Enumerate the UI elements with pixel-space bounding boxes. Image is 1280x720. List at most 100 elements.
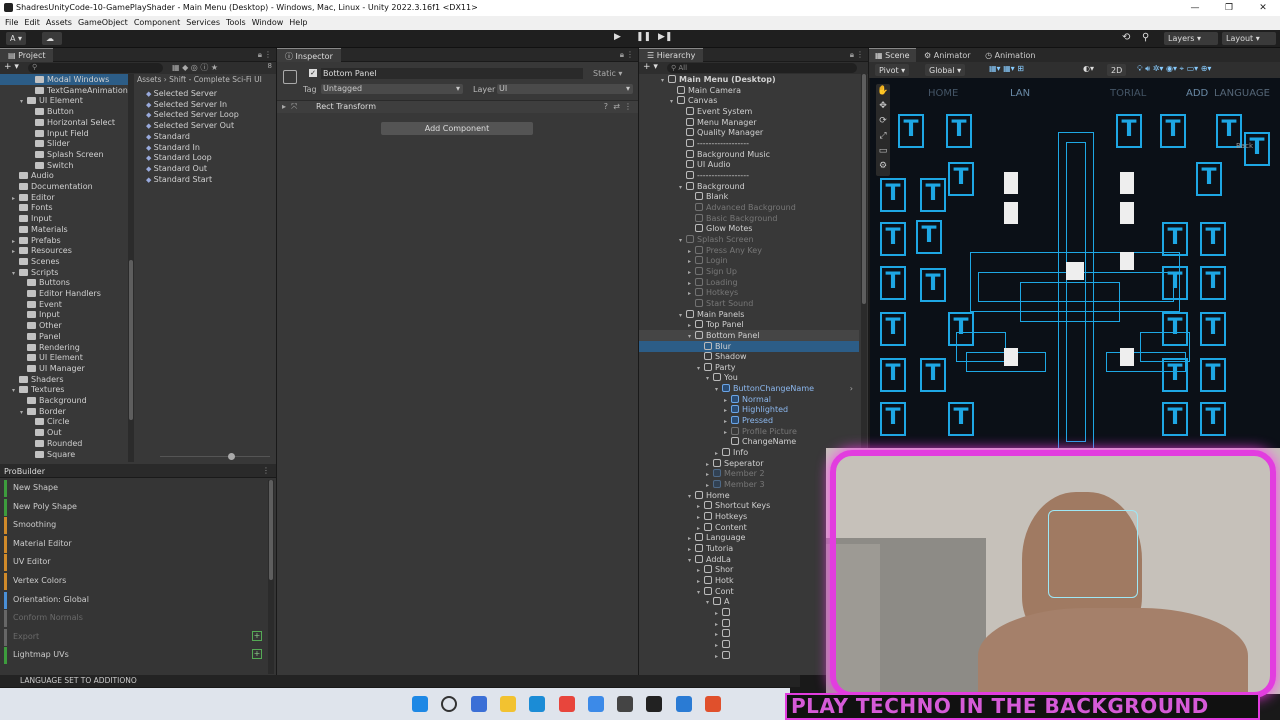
scene-view[interactable]: ✋ ✥ ⟳ ⤢ ▭ ⚙ TTTTTTTTTTTTTTTTTTTTTTTTTTTTTT HO… bbox=[870, 62, 1280, 462]
project-tree-item[interactable]: Input bbox=[0, 309, 128, 320]
tab-project[interactable]: ▤ Project bbox=[0, 48, 54, 62]
tab-inspector[interactable]: ⓘ Inspector bbox=[277, 48, 341, 62]
maximize-button[interactable]: ❐ bbox=[1212, 0, 1246, 16]
project-tree-item[interactable]: ▸ Editor bbox=[0, 192, 128, 203]
hierarchy-row[interactable]: Quality Manager bbox=[639, 127, 859, 138]
project-tree-item[interactable]: Other bbox=[0, 320, 128, 331]
hierarchy-row[interactable]: ▸ Normal bbox=[639, 394, 859, 405]
menu-window[interactable]: Window bbox=[251, 16, 289, 30]
probuilder-tool-3[interactable]: Material Editor bbox=[4, 535, 268, 553]
project-tree-item[interactable]: UI Element bbox=[0, 352, 128, 363]
hierarchy-row[interactable]: ▸ Login bbox=[639, 255, 859, 266]
windows-start-icon[interactable] bbox=[412, 696, 428, 712]
project-tree-item[interactable]: Shaders bbox=[0, 374, 128, 385]
probuilder-scrollbar-thumb[interactable] bbox=[269, 480, 273, 580]
project-tree-item[interactable]: ▾ Scripts bbox=[0, 267, 128, 278]
hierarchy-row[interactable]: Basic Background bbox=[639, 213, 859, 224]
hierarchy-row[interactable]: ▾ Canvas bbox=[639, 95, 859, 106]
project-tree-item[interactable]: ▾ Border bbox=[0, 406, 128, 417]
hierarchy-row[interactable]: ▸ Profile Picture bbox=[639, 426, 859, 437]
kebab-menu-icon[interactable]: ⋮ bbox=[264, 50, 272, 59]
asset-file-item[interactable]: ◆ Standard bbox=[146, 131, 190, 142]
hierarchy-row[interactable]: ▸ Top Panel bbox=[639, 319, 859, 330]
probuilder-tool-9[interactable]: Lightmap UVs + bbox=[4, 647, 268, 665]
hierarchy-row[interactable]: ------------------ bbox=[639, 138, 859, 149]
hierarchy-row[interactable]: Background Music bbox=[639, 149, 859, 160]
breadcrumb[interactable]: Assets › Shift - Complete Sci-Fi UI bbox=[136, 74, 276, 86]
grid-snap-icons[interactable]: ▦▾ ▦▾ ⊞ bbox=[989, 64, 1024, 73]
menu-edit[interactable]: Edit bbox=[23, 16, 45, 30]
pause-button[interactable]: ❚❚ bbox=[636, 32, 651, 45]
history-icon[interactable]: ⟲ bbox=[1122, 32, 1130, 43]
tag-dropdown[interactable]: Untagged ▾ bbox=[321, 84, 463, 94]
layer-dropdown[interactable]: UI ▾ bbox=[497, 84, 633, 94]
tab-scene[interactable]: ▦ Scene bbox=[869, 48, 916, 62]
vscode-icon[interactable] bbox=[675, 696, 692, 712]
global-toggle[interactable]: Global ▾ bbox=[925, 64, 966, 76]
project-tree-item[interactable]: ▸ Prefabs bbox=[0, 235, 128, 246]
hierarchy-row[interactable]: ▸ Highlighted bbox=[639, 404, 859, 415]
add-plus-icon[interactable]: + bbox=[252, 630, 262, 641]
probuilder-tool-5[interactable]: Vertex Colors bbox=[4, 573, 268, 590]
add-component-button[interactable]: Add Component bbox=[381, 122, 533, 135]
project-tree-item[interactable]: Square bbox=[0, 449, 128, 460]
zoom-slider-handle[interactable] bbox=[228, 453, 235, 460]
hierarchy-row[interactable]: ▾ Bottom Panel bbox=[639, 329, 859, 341]
zoom-slider[interactable] bbox=[160, 456, 270, 457]
menu-component[interactable]: Component bbox=[133, 16, 185, 30]
preset-icon[interactable]: ⇄ bbox=[613, 102, 620, 111]
menu-gameobject[interactable]: GameObject bbox=[77, 16, 133, 30]
probuilder-tool-2[interactable]: Smoothing bbox=[4, 517, 268, 535]
search-icon[interactable]: ⚲ bbox=[1142, 32, 1149, 43]
project-tree-item[interactable]: Horizontal Select bbox=[0, 117, 128, 128]
kebab-menu-icon[interactable]: ⋮ bbox=[262, 466, 270, 475]
project-tree-item[interactable]: Scenes bbox=[0, 256, 128, 267]
tree-scrollbar-thumb[interactable] bbox=[129, 260, 133, 420]
kebab-menu-icon[interactable]: ⋮ bbox=[856, 50, 864, 59]
create-plus-button[interactable]: + ▾ bbox=[643, 62, 658, 72]
menu-tools[interactable]: Tools bbox=[225, 16, 251, 30]
menu-services[interactable]: Services bbox=[185, 16, 225, 30]
active-checkbox[interactable]: ✓ bbox=[309, 69, 317, 77]
menu-file[interactable]: File bbox=[4, 16, 23, 30]
hierarchy-row[interactable]: ▾ You bbox=[639, 372, 859, 383]
project-search-input[interactable]: ⚲ bbox=[28, 63, 163, 73]
project-tree-item[interactable]: Slider bbox=[0, 138, 128, 149]
hierarchy-row[interactable]: ▸ Pressed bbox=[639, 415, 859, 426]
probuilder-scrollbar[interactable] bbox=[268, 480, 274, 674]
project-tree-item[interactable]: Event bbox=[0, 299, 128, 310]
probuilder-tab[interactable]: ProBuilder bbox=[4, 467, 45, 476]
project-tree-item[interactable]: Rounded bbox=[0, 438, 128, 449]
project-tree-item[interactable]: ▸ Resources bbox=[0, 245, 128, 256]
project-tree-item[interactable]: ▾ Textures bbox=[0, 384, 128, 395]
menu-assets[interactable]: Assets bbox=[45, 16, 77, 30]
project-tree-item[interactable]: Documentation bbox=[0, 181, 128, 192]
asset-file-item[interactable]: ◆ Standard In bbox=[146, 142, 200, 153]
hierarchy-row[interactable]: ▾ ButtonChangeName › bbox=[639, 383, 859, 394]
filter-icons[interactable]: ▦ ◆ ◎ ⓘ ★ bbox=[172, 62, 218, 73]
store-icon[interactable] bbox=[470, 696, 487, 712]
edge-icon[interactable] bbox=[529, 696, 546, 712]
project-tree-item[interactable]: Input Field bbox=[0, 128, 128, 139]
project-tree-item[interactable]: Editor Handlers bbox=[0, 288, 128, 299]
chrome-alt-icon[interactable] bbox=[587, 696, 604, 712]
close-button[interactable]: ✕ bbox=[1246, 0, 1280, 16]
mode-2d-button[interactable]: 2D bbox=[1107, 64, 1127, 76]
lock-icon[interactable]: 🔒︎ bbox=[620, 50, 624, 60]
brave-icon[interactable] bbox=[705, 696, 721, 712]
lock-icon[interactable]: 🔒︎ bbox=[850, 50, 854, 60]
pivot-toggle[interactable]: Pivot ▾ bbox=[875, 64, 910, 76]
asset-file-item[interactable]: ◆ Selected Server Out bbox=[146, 120, 234, 131]
project-tree-item[interactable]: Modal Windows bbox=[0, 74, 128, 85]
hierarchy-row[interactable]: UI Audio bbox=[639, 159, 859, 170]
project-tree-item[interactable]: Switch bbox=[0, 160, 128, 171]
hierarchy-row[interactable]: ▸ Press Any Key bbox=[639, 245, 859, 256]
project-tree-item[interactable]: Splash Screen bbox=[0, 149, 128, 160]
cloud-icon[interactable]: ☁ bbox=[42, 32, 62, 45]
tree-scrollbar[interactable] bbox=[128, 74, 134, 462]
asset-file-item[interactable]: ◆ Selected Server Loop bbox=[146, 109, 239, 120]
project-tree-item[interactable]: Buttons bbox=[0, 277, 128, 288]
probuilder-tool-7[interactable]: Conform Normals bbox=[4, 610, 268, 628]
shading-mode-icon[interactable]: ◐▾ bbox=[1083, 64, 1094, 73]
hierarchy-row[interactable]: Main Camera bbox=[639, 85, 859, 96]
